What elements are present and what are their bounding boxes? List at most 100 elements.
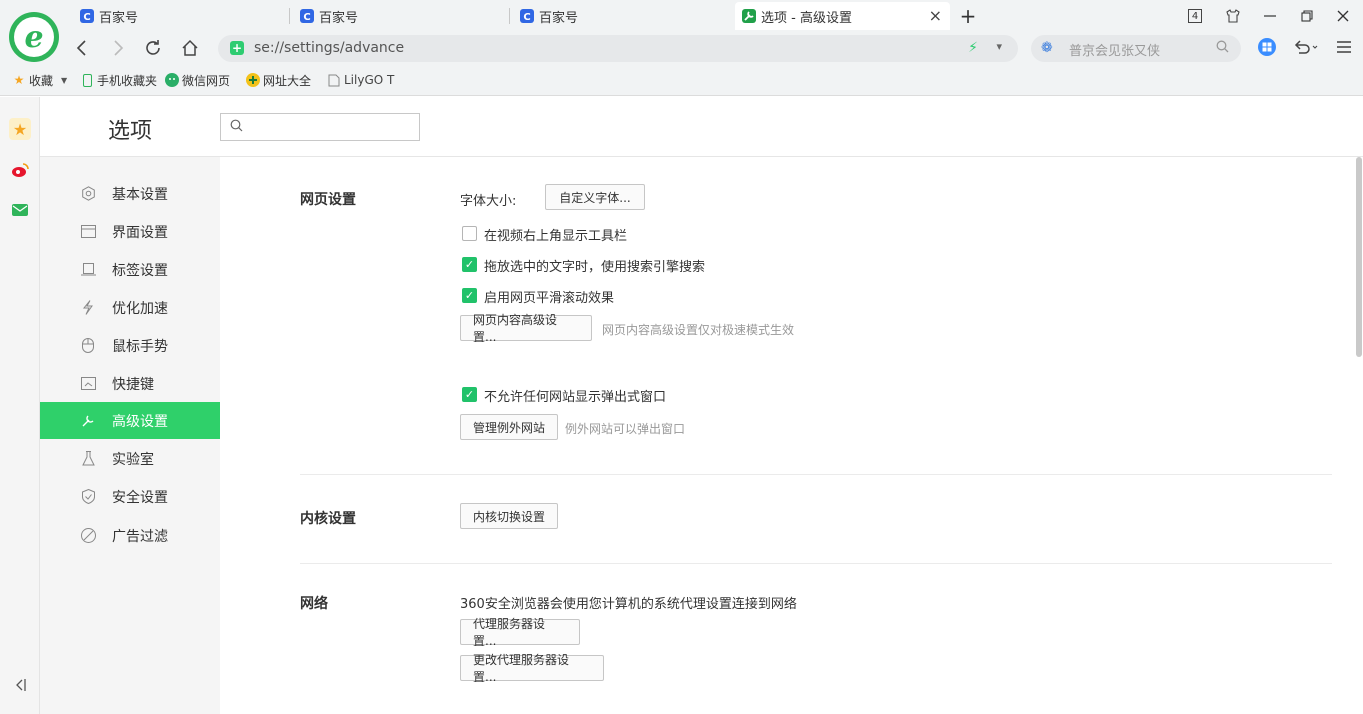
menu-item-security[interactable]: 安全设置 <box>40 478 220 515</box>
menu-item-shortcuts[interactable]: 快捷键 <box>40 365 220 402</box>
extensions-icon[interactable] <box>1257 37 1277 57</box>
menu-item-label: 广告过滤 <box>112 528 168 545</box>
undo-close-tab-icon[interactable] <box>1291 37 1321 57</box>
close-tab-icon[interactable]: × <box>929 6 942 25</box>
proxy-settings-button[interactable]: 代理服务器设置... <box>460 617 580 648</box>
settings-search-input[interactable] <box>220 113 420 141</box>
address-bar[interactable]: + se://settings/advance ⚡ ▾ <box>218 35 1018 62</box>
chevron-down-icon[interactable]: ▾ <box>996 40 1002 53</box>
kernel-switch-button[interactable]: 内核切换设置 <box>460 503 558 529</box>
video-toolbar-label[interactable]: 在视频右上角显示工具栏 <box>484 225 627 244</box>
bookmark-lilygo[interactable]: LilyGO T <box>327 71 394 89</box>
tab-title: 选项 - 高级设置 <box>761 10 852 26</box>
favorites-star-icon[interactable]: ★ <box>9 118 31 140</box>
drag-search-checkbox[interactable]: ✓ <box>462 257 477 272</box>
caret-down-icon[interactable]: ▼ <box>61 76 67 85</box>
menu-item-tabs[interactable]: 标签设置 <box>40 251 220 288</box>
window-icon <box>80 224 96 240</box>
speed-mode-icon[interactable]: ⚡ <box>968 40 978 56</box>
collapse-sidebar-icon[interactable] <box>9 674 31 696</box>
tab-baijiahao-2[interactable]: C 百家号 <box>300 3 510 29</box>
skin-icon[interactable] <box>1223 6 1243 26</box>
menu-item-mouse-gestures[interactable]: 鼠标手势 <box>40 327 220 364</box>
restore-button[interactable] <box>1297 6 1317 26</box>
address-url[interactable]: se://settings/advance <box>254 40 404 56</box>
bookmark-hao123[interactable]: 网址大全 <box>246 71 311 89</box>
wrench-icon <box>742 9 756 23</box>
close-window-button[interactable] <box>1333 6 1353 26</box>
tab-title: 百家号 <box>99 10 139 26</box>
reload-button[interactable] <box>141 36 165 60</box>
menu-item-lab[interactable]: 实验室 <box>40 440 220 477</box>
menu-item-advanced[interactable]: 高级设置 <box>40 402 220 439</box>
bolt-icon <box>80 300 96 316</box>
security-shield-icon[interactable]: + <box>230 41 244 55</box>
bookmark-label: LilyGO T <box>344 73 395 87</box>
network-description: 360安全浏览器会使用您计算机的系统代理设置连接到网络 <box>460 597 797 612</box>
menu-item-label: 优化加速 <box>112 300 168 317</box>
menu-item-label: 高级设置 <box>112 413 168 430</box>
bookmark-label: 网址大全 <box>263 73 312 88</box>
svg-text:C: C <box>83 12 90 23</box>
advanced-content-button[interactable]: 网页内容高级设置... <box>460 313 592 344</box>
tab-baijiahao-3[interactable]: C 百家号 <box>520 3 730 29</box>
custom-font-button[interactable]: 自定义字体... <box>545 184 645 210</box>
baijiahao-icon: C <box>520 9 534 23</box>
search-box[interactable]: ❁ 普京会见张又侠 <box>1031 35 1241 62</box>
menu-item-adblock[interactable]: 广告过滤 <box>40 517 220 554</box>
forward-button[interactable] <box>106 36 130 60</box>
tab-title: 百家号 <box>319 10 359 26</box>
bookmark-label: 收藏 <box>29 73 54 88</box>
browser-logo-icon[interactable]: e <box>9 12 59 62</box>
menu-item-basic[interactable]: 基本设置 <box>40 175 220 212</box>
block-popups-label[interactable]: 不允许任何网站显示弹出式窗口 <box>484 386 666 405</box>
menu-item-optimize[interactable]: 优化加速 <box>40 289 220 326</box>
flask-icon <box>80 451 96 467</box>
section-title-kernel: 内核设置 <box>300 511 356 527</box>
section-divider <box>300 474 1332 475</box>
wechat-icon <box>165 73 179 87</box>
shield-icon <box>80 489 96 505</box>
tab-count-button[interactable]: 4 <box>1185 6 1205 26</box>
vertical-scrollbar[interactable] <box>1356 157 1362 357</box>
baijiahao-icon: C <box>300 9 314 23</box>
advanced-content-hint: 网页内容高级设置仅对极速模式生效 <box>602 323 795 337</box>
home-button[interactable] <box>178 36 202 60</box>
settings-menu: 基本设置 界面设置 标签设置 优化加速 鼠标手势 快捷键 高级设置 实验室 安全… <box>40 157 220 714</box>
tab-baijiahao-1[interactable]: C 百家号 <box>80 3 290 29</box>
tab-count: 4 <box>1188 9 1202 23</box>
bookmark-favorites[interactable]: ★ 收藏 ▼ <box>12 71 68 89</box>
bookmark-mobile[interactable]: 手机收藏夹 <box>80 71 157 89</box>
page-title: 选项 <box>108 119 153 144</box>
block-popups-checkbox[interactable]: ✓ <box>462 387 477 402</box>
change-proxy-button[interactable]: 更改代理服务器设置... <box>460 653 604 684</box>
menu-item-interface[interactable]: 界面设置 <box>40 213 220 250</box>
video-toolbar-checkbox[interactable] <box>462 226 477 241</box>
mail-icon[interactable] <box>9 199 31 221</box>
bookmark-label: 微信网页 <box>182 73 231 88</box>
smooth-scroll-label[interactable]: 启用网页平滑滚动效果 <box>484 287 614 306</box>
manage-exceptions-button[interactable]: 管理例外网站 <box>460 414 558 440</box>
mouse-icon <box>80 338 96 354</box>
weibo-icon[interactable] <box>9 159 31 181</box>
gear-icon <box>80 186 96 202</box>
menu-item-label: 标签设置 <box>112 262 168 279</box>
new-tab-button[interactable]: + <box>958 4 978 28</box>
search-icon[interactable] <box>1216 40 1229 57</box>
sidebar-rail: ★ <box>0 97 40 714</box>
search-placeholder[interactable]: 普京会见张又侠 <box>1069 40 1160 59</box>
manage-exceptions-hint: 例外网站可以弹出窗口 <box>565 422 686 436</box>
drag-search-label[interactable]: 拖放选中的文字时，使用搜索引擎搜索 <box>484 256 705 275</box>
font-size-label: 字体大小: <box>460 194 517 209</box>
back-button[interactable] <box>70 36 94 60</box>
menu-item-label: 界面设置 <box>112 224 168 241</box>
bookmark-wechat[interactable]: 微信网页 <box>165 71 230 89</box>
menu-icon[interactable] <box>1334 37 1354 57</box>
page-icon <box>327 73 341 87</box>
minimize-button[interactable] <box>1260 6 1280 26</box>
tab-settings-advanced[interactable]: 选项 - 高级设置 × <box>735 2 950 30</box>
block-icon <box>80 528 96 544</box>
baidu-paw-icon[interactable]: ❁ <box>1041 40 1053 56</box>
smooth-scroll-checkbox[interactable]: ✓ <box>462 288 477 303</box>
menu-item-label: 基本设置 <box>112 186 168 203</box>
